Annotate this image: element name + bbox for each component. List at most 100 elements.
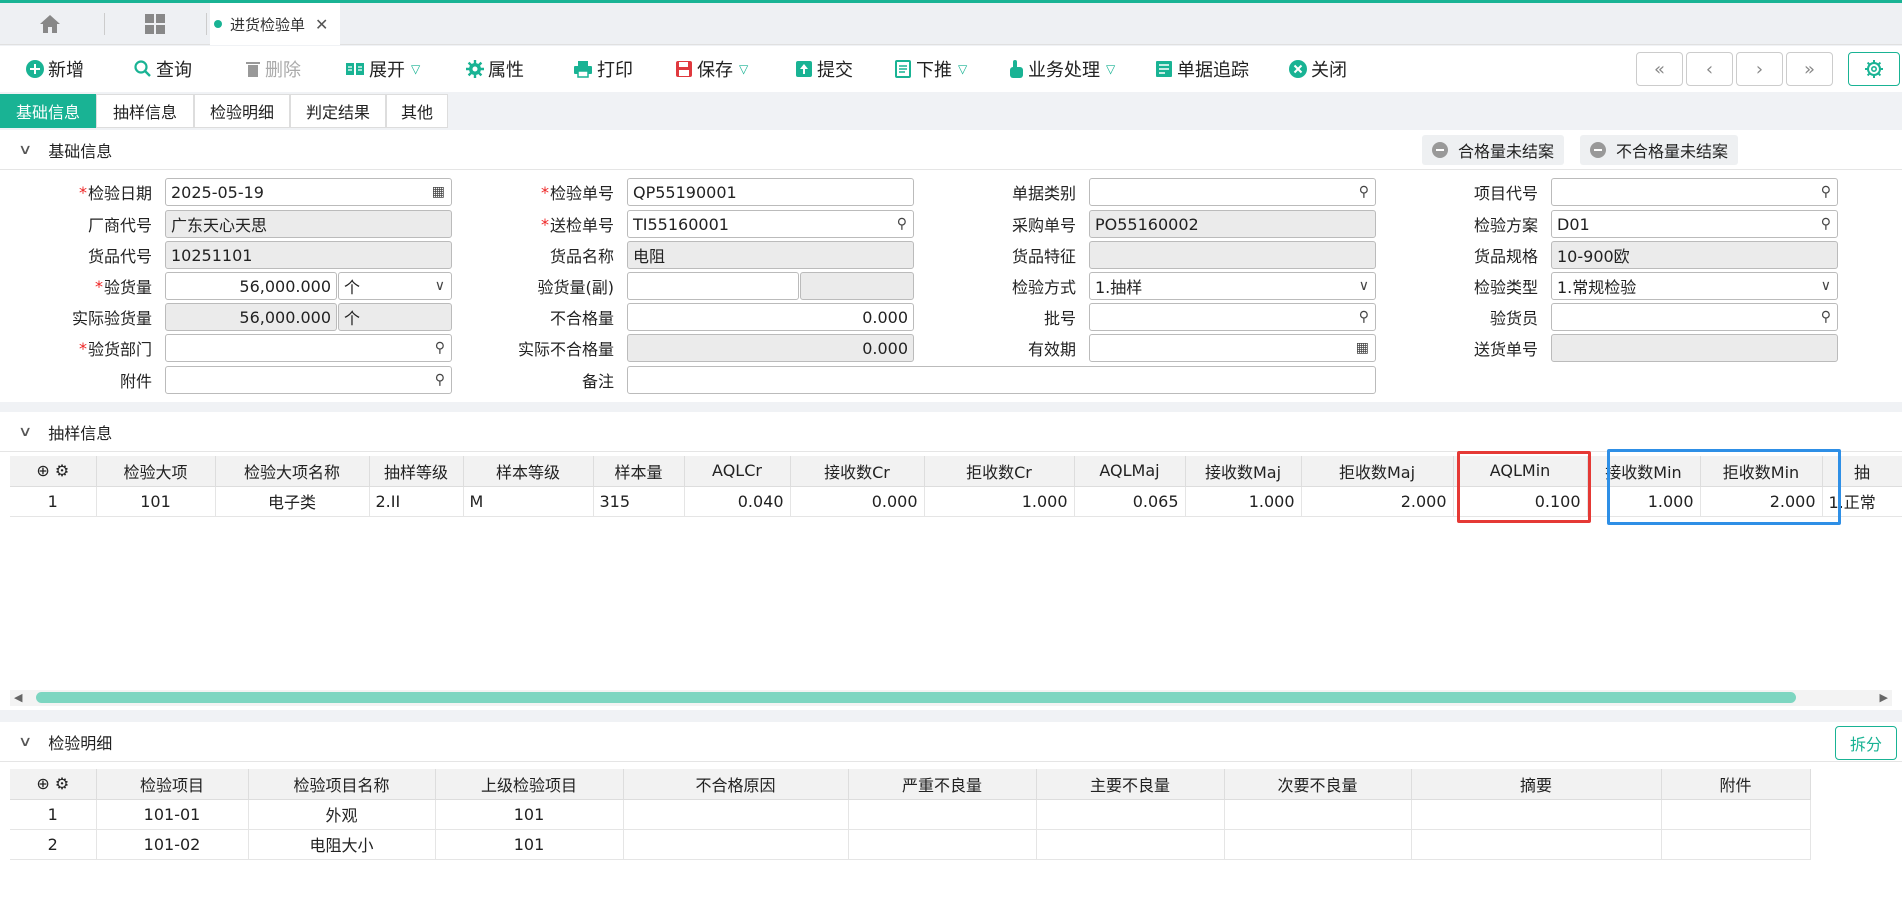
table-cell[interactable] [1036,829,1225,860]
column-header[interactable]: 主要不良量 [1036,769,1225,800]
table-cell[interactable] [623,829,849,860]
table-row[interactable]: 1 101-01 外观 101 [10,799,1811,830]
table-cell[interactable]: 电子类 [215,486,370,517]
column-settings-icon[interactable]: ⚙ [55,774,69,793]
expiry-field[interactable]: ▦ [1089,334,1376,362]
tab-incoming-inspection[interactable]: 进货检验单 ✕ [210,3,340,45]
push-down-button[interactable]: 下推 ▽ [894,46,967,92]
add-row-icon[interactable]: ⊕ [36,774,49,793]
table-cell[interactable] [1661,799,1811,830]
calendar-icon[interactable]: ▦ [1356,340,1369,356]
horizontal-scrollbar[interactable]: ◀ ▶ [10,690,1892,706]
scrollbar-thumb[interactable] [36,692,1796,703]
search-icon[interactable]: ⚲ [1821,216,1831,232]
props-button[interactable]: 属性 [466,46,524,92]
table-cell[interactable]: 0.040 [684,486,791,517]
search-icon[interactable]: ⚲ [897,216,907,232]
column-header[interactable]: 拒收数Maj [1301,456,1454,487]
search-icon[interactable]: ⚲ [435,340,445,356]
column-header[interactable]: 不合格原因 [623,769,849,800]
table-cell[interactable] [1411,799,1662,830]
table-cell[interactable] [1224,799,1412,830]
close-button[interactable]: 关闭 [1289,46,1347,92]
column-header[interactable]: AQLMaj [1074,456,1186,487]
table-cell[interactable]: M [463,486,594,517]
inspector-field[interactable]: ⚲ [1551,303,1838,331]
column-header[interactable]: 严重不良量 [848,769,1037,800]
inspect-qty-field[interactable]: 56,000.000 [165,272,337,300]
first-record-button[interactable]: « [1636,52,1683,86]
column-header[interactable]: 次要不良量 [1224,769,1412,800]
inspect-qty-aux-field[interactable] [627,272,799,300]
table-cell[interactable]: 外观 [248,799,436,830]
delivery-no-field[interactable]: TI55160001 ⚲ [627,210,914,238]
column-header[interactable]: 检验项目 [96,769,249,800]
settings-button[interactable] [1848,52,1900,86]
column-header[interactable]: 样本等级 [463,456,594,487]
project-code-field[interactable]: ⚲ [1551,178,1838,206]
search-icon[interactable]: ⚲ [1359,309,1369,325]
inspection-detail-header[interactable]: ∨ 检验明细 [0,722,1902,762]
column-header[interactable]: 附件 [1661,769,1811,800]
column-settings-icon[interactable]: ⚙ [55,461,69,480]
table-cell[interactable]: 101 [96,486,216,517]
calendar-icon[interactable]: ▦ [432,184,445,200]
inspect-dept-field[interactable]: ⚲ [165,334,452,362]
inspect-date-field[interactable]: 2025-05-19 ▦ [165,178,452,206]
sampling-header[interactable]: ∨ 抽样信息 [0,412,1902,452]
home-tab[interactable] [0,3,100,45]
track-button[interactable]: 单据追踪 [1155,46,1249,92]
add-row-icon[interactable]: ⊕ [36,461,49,480]
table-cell[interactable]: 2.000 [1301,486,1454,517]
query-button[interactable]: 查询 [134,46,192,92]
print-button[interactable]: 打印 [573,46,633,92]
table-cell[interactable]: 1.000 [924,486,1075,517]
table-cell[interactable]: 0.000 [790,486,925,517]
tab-basic-info[interactable]: 基础信息 [0,94,96,128]
doc-type-field[interactable]: ⚲ [1089,178,1376,206]
search-icon[interactable]: ⚲ [435,372,445,388]
table-cell[interactable]: 2.II [369,486,464,517]
table-cell[interactable]: 101-01 [96,799,249,830]
prev-record-button[interactable]: ‹ [1686,52,1733,86]
column-header[interactable]: 抽样等级 [369,456,464,487]
save-button[interactable]: 保存 ▽ [675,46,748,92]
table-cell[interactable] [1224,829,1412,860]
table-cell[interactable] [848,829,1037,860]
column-header[interactable]: 样本量 [593,456,685,487]
column-header[interactable]: 检验大项 [96,456,216,487]
table-cell[interactable] [1661,829,1811,860]
column-header[interactable]: 检验大项名称 [215,456,370,487]
search-icon[interactable]: ⚲ [1821,184,1831,200]
tab-inspection-detail[interactable]: 检验明细 [194,94,290,128]
attachment-field[interactable]: ⚲ [165,366,452,394]
search-icon[interactable]: ⚲ [1359,184,1369,200]
expand-button[interactable]: 展开 ▽ [345,46,420,92]
column-header[interactable]: 检验项目名称 [248,769,436,800]
unqualified-qty-field[interactable]: 0.000 [627,303,914,331]
tab-sampling-info[interactable]: 抽样信息 [96,94,194,128]
column-header[interactable]: 拒收数Cr [924,456,1075,487]
table-cell[interactable]: 1.000 [1185,486,1302,517]
scroll-left-icon[interactable]: ◀ [14,691,22,704]
apps-tab[interactable] [108,3,202,45]
column-header[interactable]: AQLCr [684,456,791,487]
submit-button[interactable]: 提交 [795,46,853,92]
search-icon[interactable]: ⚲ [1821,309,1831,325]
last-record-button[interactable]: » [1786,52,1833,86]
table-row[interactable]: 2 101-02 电阻大小 101 [10,829,1811,860]
table-cell[interactable]: 101 [435,799,624,830]
split-button[interactable]: 拆分 [1835,726,1897,760]
batch-no-field[interactable]: ⚲ [1089,303,1376,331]
table-cell[interactable]: 101 [435,829,624,860]
column-header[interactable]: 摘要 [1411,769,1662,800]
tab-judgment-result[interactable]: 判定结果 [290,94,386,128]
table-cell[interactable] [623,799,849,830]
business-button[interactable]: 业务处理 ▽ [1008,46,1115,92]
table-cell[interactable] [848,799,1037,830]
inspect-no-field[interactable]: QP55190001 [627,178,914,206]
scroll-right-icon[interactable]: ▶ [1880,691,1888,704]
delete-button[interactable]: 删除 [245,46,301,92]
column-header[interactable]: 上级检验项目 [435,769,624,800]
tab-other[interactable]: 其他 [386,94,448,128]
